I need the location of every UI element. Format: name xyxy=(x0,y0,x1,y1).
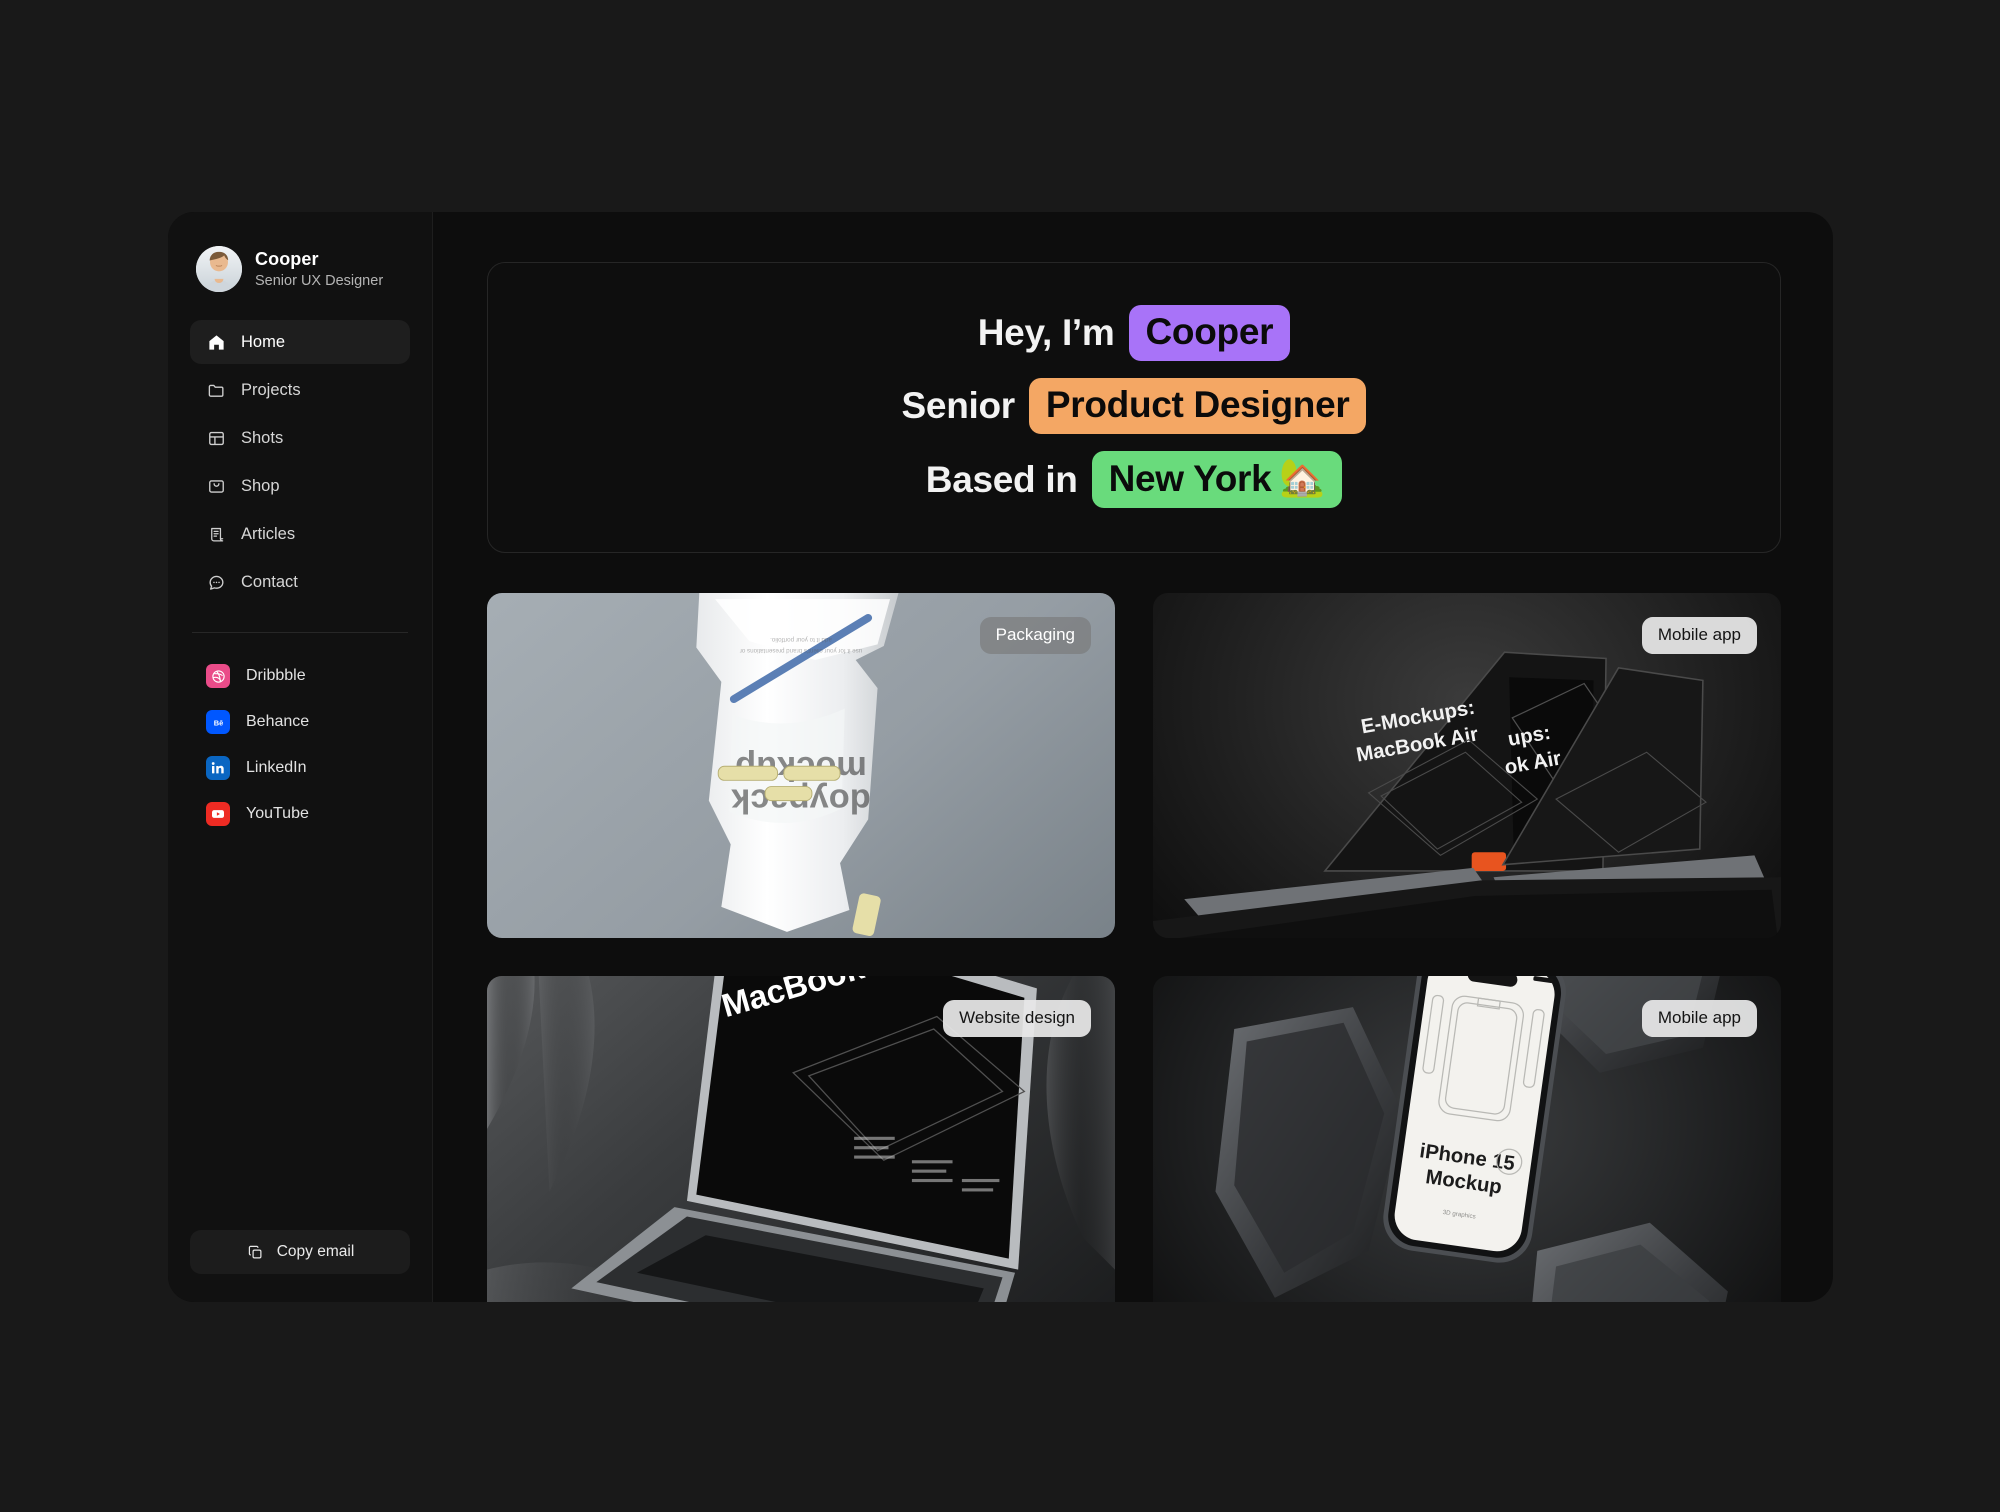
hero-chip-role: Product Designer xyxy=(1028,378,1367,434)
hero-chip-location: New York 🏡 xyxy=(1091,451,1343,508)
behance-icon: Bē xyxy=(206,710,230,734)
youtube-icon xyxy=(206,802,230,826)
sidebar-item-contact[interactable]: Contact xyxy=(190,560,410,604)
sidebar-item-label: Contact xyxy=(241,572,298,591)
sidebar-item-shots[interactable]: Shots xyxy=(190,416,410,460)
copy-email-button[interactable]: Copy email xyxy=(190,1230,410,1274)
hero-line-1-prefix: Hey, I’m xyxy=(977,312,1115,353)
social-link-label: Dribbble xyxy=(246,667,306,684)
sidebar-item-projects[interactable]: Projects xyxy=(190,368,410,412)
sidebar-item-articles[interactable]: Articles xyxy=(190,512,410,556)
hero-chip-location-label: New York xyxy=(1108,457,1272,499)
article-icon xyxy=(206,524,226,544)
home-icon xyxy=(206,332,226,352)
main-content: Hey, I’m Cooper Senior Product Designer … xyxy=(433,212,1833,1302)
project-card[interactable]: doypack mockup use it for your client's … xyxy=(487,593,1115,938)
social-link-youtube[interactable]: YouTube xyxy=(190,797,410,831)
project-card[interactable]: E-Mockups: MacBook Air xyxy=(487,976,1115,1302)
copy-email-label: Copy email xyxy=(276,1243,355,1260)
main-nav: Home Projects Shots Shop Articles Contac… xyxy=(190,320,410,604)
sidebar-item-label: Shop xyxy=(241,476,280,495)
linkedin-icon xyxy=(206,756,230,780)
sidebar-divider xyxy=(192,632,408,633)
svg-text:Bē: Bē xyxy=(213,718,223,727)
project-tag: Mobile app xyxy=(1641,1000,1757,1037)
page-root: Cooper Senior UX Designer Home Projects xyxy=(0,0,2000,1512)
project-tag: Website design xyxy=(943,1000,1091,1037)
sidebar: Cooper Senior UX Designer Home Projects xyxy=(168,212,433,1302)
folder-icon xyxy=(206,380,226,400)
hero-line-2-prefix: Senior xyxy=(901,385,1016,426)
copy-icon xyxy=(246,1242,266,1262)
layout-icon xyxy=(206,428,226,448)
project-tag: Packaging xyxy=(979,617,1091,654)
svg-text:use it for your client's brand: use it for your client's brand presentat… xyxy=(740,647,862,654)
hero-line-3: Based in New York 🏡 xyxy=(925,451,1343,508)
project-card[interactable]: E-Mockups: MacBook Air ups: ok Air Mobil… xyxy=(1153,593,1781,938)
social-link-dribbble[interactable]: Dribbble xyxy=(190,659,410,693)
hero-line-1: Hey, I’m Cooper xyxy=(977,305,1291,361)
profile-name: Cooper xyxy=(255,249,319,269)
profile-role: Senior UX Designer xyxy=(255,273,384,289)
sidebar-item-label: Shots xyxy=(241,428,284,447)
hero-line-3-prefix: Based in xyxy=(925,458,1078,500)
house-with-garden-emoji-icon: 🏡 xyxy=(1279,457,1326,498)
user-avatar-photo-icon xyxy=(196,246,242,292)
shopping-bag-icon xyxy=(206,476,226,496)
project-tag: Mobile app xyxy=(1641,617,1757,654)
hero-card: Hey, I’m Cooper Senior Product Designer … xyxy=(487,262,1781,553)
sidebar-item-shop[interactable]: Shop xyxy=(190,464,410,508)
sidebar-item-label: Home xyxy=(241,332,286,351)
social-link-label: LinkedIn xyxy=(246,759,307,776)
social-link-linkedin[interactable]: LinkedIn xyxy=(190,751,410,785)
project-card[interactable]: iPhone 15 Mockup 3D graphics Mobile app xyxy=(1153,976,1781,1302)
hero-chip-name: Cooper xyxy=(1128,305,1291,361)
avatar xyxy=(196,246,242,292)
chat-bubble-icon xyxy=(206,572,226,592)
dribbble-icon xyxy=(206,664,230,688)
social-link-label: YouTube xyxy=(246,805,309,822)
profile-text: Cooper Senior UX Designer xyxy=(255,249,383,289)
social-links: Dribbble Bē Behance LinkedIn YouTube xyxy=(190,659,410,831)
social-link-behance[interactable]: Bē Behance xyxy=(190,705,410,739)
social-link-label: Behance xyxy=(246,713,310,730)
projects-grid: doypack mockup use it for your client's … xyxy=(487,593,1781,1302)
sidebar-item-label: Projects xyxy=(241,380,301,399)
sidebar-item-label: Articles xyxy=(241,524,296,543)
hero-line-2: Senior Product Designer xyxy=(902,378,1367,434)
profile-header[interactable]: Cooper Senior UX Designer xyxy=(190,242,410,292)
sidebar-item-home[interactable]: Home xyxy=(190,320,410,364)
svg-text:add it to your portfolio.: add it to your portfolio. xyxy=(770,636,832,643)
app-window: Cooper Senior UX Designer Home Projects xyxy=(168,212,1833,1302)
